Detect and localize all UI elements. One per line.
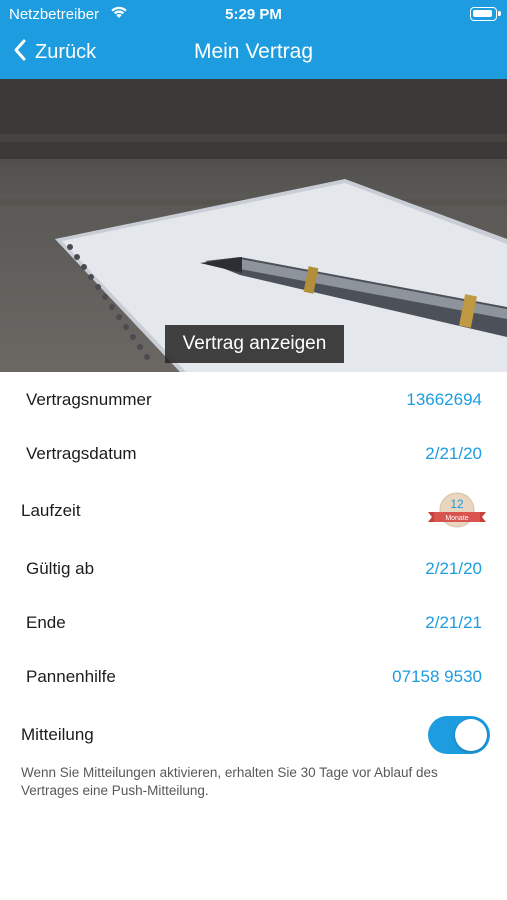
status-bar: Netzbetreiber 5:29 PM bbox=[0, 0, 507, 30]
breakdown-help-label: Pannenhilfe bbox=[26, 667, 116, 686]
notification-label: Mitteilung bbox=[21, 725, 94, 744]
end-label: Ende bbox=[26, 613, 66, 632]
contract-date-row: Vertragsdatum 2/21/20 bbox=[0, 434, 507, 474]
breakdown-help-row: Pannenhilfe 07158 9530 bbox=[0, 657, 507, 697]
show-contract-button[interactable]: Vertrag anzeigen bbox=[165, 325, 344, 363]
clock: 5:29 PM bbox=[225, 6, 282, 23]
breakdown-help-phone-link[interactable]: 07158 9530 bbox=[392, 667, 482, 687]
battery-icon bbox=[470, 7, 501, 21]
contract-number-row: Vertragsnummer 13662694 bbox=[0, 380, 507, 420]
valid-from-row: Gültig ab 2/21/20 bbox=[0, 549, 507, 589]
contract-date-label: Vertragsdatum bbox=[26, 444, 137, 463]
notification-hint: Wenn Sie Mitteilungen aktivieren, erhalt… bbox=[21, 765, 438, 798]
term-badge-unit: Monate bbox=[445, 515, 468, 522]
notification-toggle[interactable] bbox=[428, 716, 490, 754]
contract-number-value: 13662694 bbox=[406, 390, 482, 409]
page-title: Mein Vertrag bbox=[193, 40, 314, 63]
end-row: Ende 2/21/21 bbox=[0, 603, 507, 643]
end-value: 2/21/21 bbox=[425, 613, 482, 632]
valid-from-value: 2/21/20 bbox=[425, 559, 482, 578]
contract-number-label: Vertragsnummer bbox=[26, 390, 152, 409]
contract-date-value: 2/21/20 bbox=[425, 444, 482, 463]
navigation-bar: Netzbetreiber 5:29 PM Zurück Mein Vertra… bbox=[0, 0, 507, 79]
toggle-knob bbox=[455, 719, 487, 751]
term-badge-icon: 12 Monate bbox=[428, 491, 486, 531]
term-label: Laufzeit bbox=[21, 501, 81, 520]
valid-from-label: Gültig ab bbox=[26, 559, 95, 578]
term-badge-number: 12 bbox=[450, 497, 464, 511]
